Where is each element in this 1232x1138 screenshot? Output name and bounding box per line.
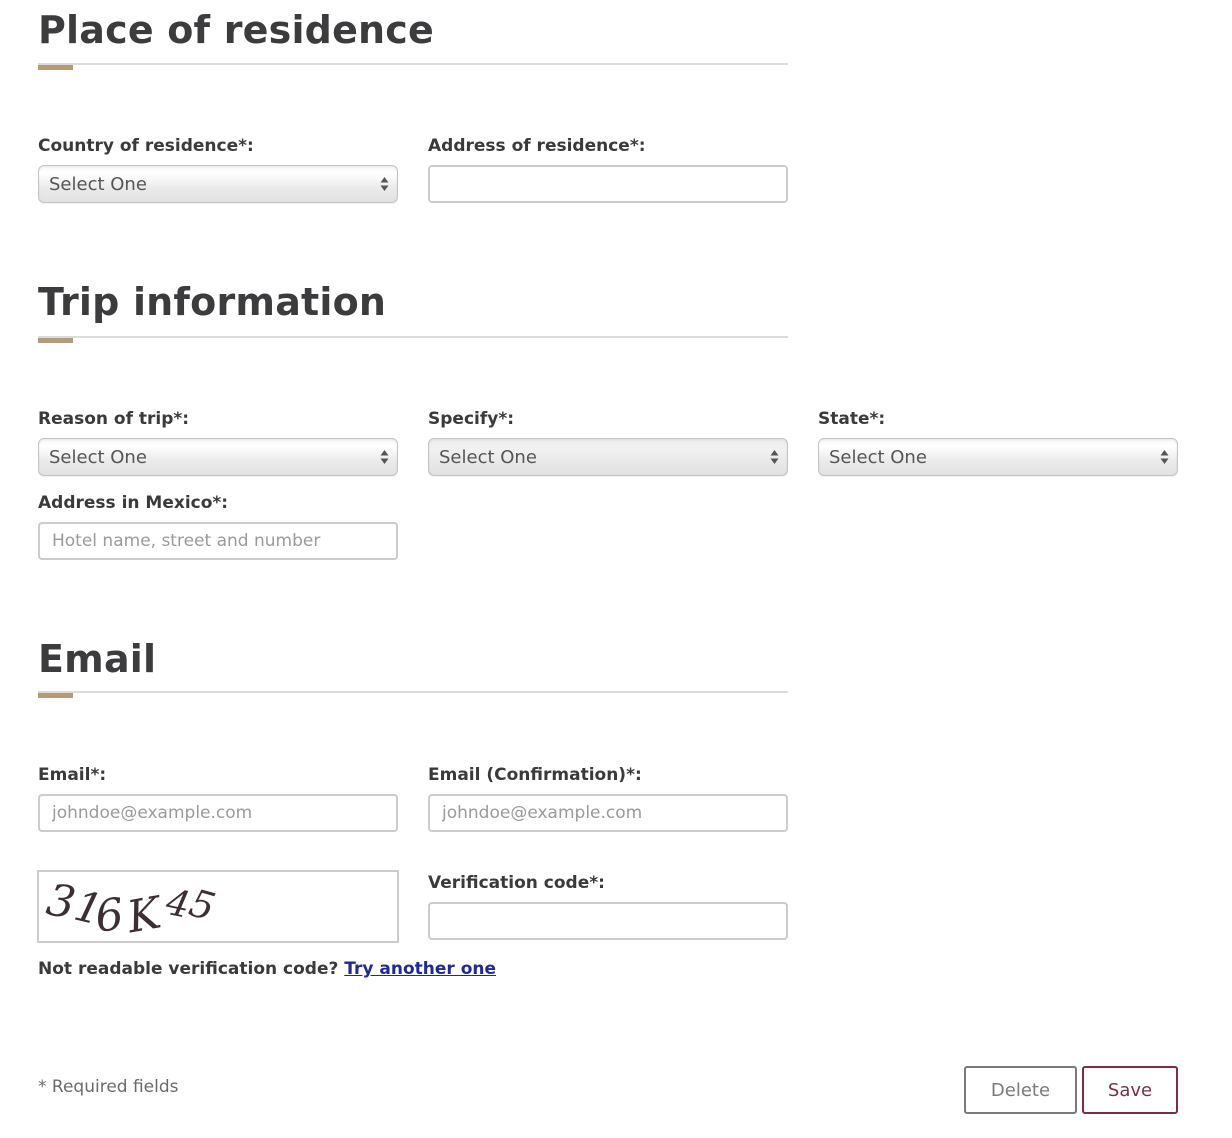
section-divider <box>38 63 788 65</box>
required-fields-note: * Required fields <box>38 1077 179 1097</box>
save-button[interactable]: Save <box>1082 1066 1178 1114</box>
delete-button[interactable]: Delete <box>964 1066 1077 1114</box>
reason-of-trip-label: Reason of trip*: <box>38 409 190 429</box>
email-confirmation-input[interactable] <box>428 794 788 832</box>
verification-code-input[interactable] <box>428 902 788 940</box>
captcha-help-text: Not readable verification code? <box>38 959 339 979</box>
reason-of-trip-value: Select One <box>49 446 147 468</box>
section-divider <box>38 691 788 693</box>
specify-label: Specify*: <box>428 409 515 429</box>
section-divider <box>38 336 788 338</box>
captcha-char: 6 <box>93 889 126 941</box>
section-accent-bar <box>38 338 73 343</box>
trip-registration-form: Place of residence Country of residence*… <box>0 0 1232 1138</box>
specify-value: Select One <box>439 446 537 468</box>
state-value: Select One <box>829 446 927 468</box>
verification-code-label: Verification code*: <box>428 873 605 893</box>
captcha-image: 3 1 6 K 4 5 <box>37 870 399 944</box>
country-of-residence-select[interactable]: Select One <box>38 165 398 203</box>
reason-of-trip-select[interactable]: Select One <box>38 438 398 476</box>
email-input[interactable] <box>38 794 398 832</box>
email-label: Email*: <box>38 765 107 785</box>
state-select[interactable]: Select One <box>818 438 1178 476</box>
section-accent-bar <box>38 65 73 70</box>
country-of-residence-label: Country of residence*: <box>38 136 254 156</box>
specify-select[interactable]: Select One <box>428 438 788 476</box>
address-of-residence-label: Address of residence*: <box>428 136 646 156</box>
section-title-email: Email <box>38 637 157 681</box>
select-arrows-icon <box>380 176 389 192</box>
select-arrows-icon <box>380 449 389 465</box>
address-of-residence-input[interactable] <box>428 165 788 203</box>
state-label: State*: <box>818 409 886 429</box>
address-in-mexico-label: Address in Mexico*: <box>38 493 229 513</box>
captcha-graphic: 3 1 6 K 4 5 <box>43 874 220 943</box>
try-another-captcha-link[interactable]: Try another one <box>344 959 496 979</box>
email-confirmation-label: Email (Confirmation)*: <box>428 765 642 785</box>
captcha-help: Not readable verification code? Try anot… <box>38 959 496 979</box>
select-arrows-icon <box>1160 449 1169 465</box>
section-title-trip: Trip information <box>38 280 387 324</box>
captcha-char: K <box>122 887 166 941</box>
address-in-mexico-input[interactable] <box>38 522 398 560</box>
section-accent-bar <box>38 693 73 698</box>
section-title-residence: Place of residence <box>38 8 434 52</box>
country-of-residence-value: Select One <box>49 173 147 195</box>
select-arrows-icon <box>770 449 779 465</box>
